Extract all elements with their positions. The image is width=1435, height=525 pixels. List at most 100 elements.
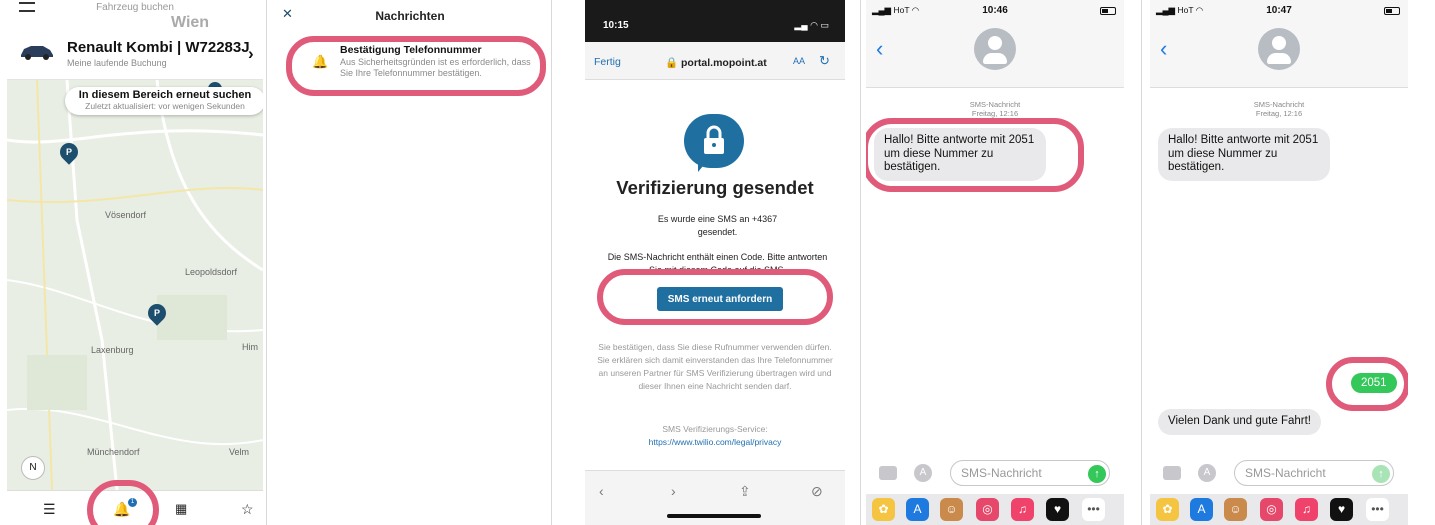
notification-body: Aus Sicherheitsgründen ist es erforderli… (340, 57, 531, 78)
back-icon[interactable]: ‹ (599, 483, 604, 499)
browser-toolbar: Fertig 🔒 portal.mopoint.at AA ↻ (585, 42, 845, 80)
notification-item[interactable]: 🔔 Bestätigung Telefonnummer Aus Sicherhe… (286, 36, 546, 96)
highlight-ring (1326, 357, 1408, 411)
message-date: Freitag, 12:16 (971, 109, 1019, 118)
search-area-title: In diesem Bereich erneut suchen (78, 89, 252, 101)
app-store-icon[interactable]: A (914, 464, 932, 482)
address-bar[interactable]: 🔒 portal.mopoint.at (665, 56, 767, 69)
compose-bar: A SMS-Nachricht ↑ (1150, 456, 1408, 494)
compass-icon[interactable]: ⊘ (811, 483, 823, 500)
music-icon[interactable]: ♫ (1011, 498, 1034, 521)
memoji-icon[interactable]: ☺ (1224, 498, 1247, 521)
town-label: Vösendorf (105, 210, 147, 220)
town-label: Him (242, 342, 258, 352)
search-area-updated: Zuletzt aktualisiert: vor wenigen Sekund… (85, 101, 245, 111)
message-type: SMS-Nachricht (969, 100, 1021, 109)
message-type: SMS-Nachricht (1253, 100, 1305, 109)
top-label: Fahrzeug buchen (96, 2, 174, 13)
app-drawer: ✿ A ☺ ◎ ♫ ♥ ••• (866, 494, 1124, 525)
messages-screen: ▂▄▆ HoT ◠ 10:46 ‹ SMS-Nachricht Freitag,… (866, 0, 1124, 525)
reload-icon[interactable]: ↻ (819, 53, 830, 69)
photos-icon[interactable]: ✿ (872, 498, 895, 521)
app-store-icon[interactable]: A (1198, 464, 1216, 482)
signal-wifi-battery-icon: ▂▄ ◠ ▭ (794, 20, 829, 30)
parking-pin[interactable]: P (56, 139, 82, 165)
sms-sent-line-2: gesendet. (697, 227, 738, 237)
page-title: Nachrichten (375, 9, 445, 23)
share-icon[interactable]: ⇪ (739, 483, 751, 500)
heart-app-icon[interactable]: ♥ (1046, 498, 1069, 521)
search-images-icon[interactable]: ◎ (1260, 498, 1283, 521)
message-input[interactable]: SMS-Nachricht (1234, 460, 1394, 486)
highlight-ring (866, 118, 1084, 192)
chevron-right-icon[interactable]: › (248, 44, 254, 64)
contact-avatar[interactable] (974, 28, 1016, 70)
done-button[interactable]: Fertig (594, 56, 621, 68)
search-area-button[interactable]: In diesem Bereich erneut suchen Zuletzt … (65, 87, 263, 115)
app-store-icon[interactable]: A (906, 498, 929, 521)
notification-title: Bestätigung Telefonnummer (340, 44, 482, 56)
contact-avatar[interactable] (1258, 28, 1300, 70)
message-meta: SMS-Nachricht Freitag, 12:16 (1150, 100, 1408, 118)
town-label: Münchendorf (87, 447, 140, 457)
status-time: 10:47 (1266, 5, 1292, 16)
parking-pin[interactable]: P (144, 300, 170, 326)
town-label: Leopoldsdorf (185, 267, 238, 277)
send-icon[interactable]: ↑ (1372, 465, 1390, 483)
message-input[interactable]: SMS-Nachricht (950, 460, 1110, 486)
car-icon (21, 46, 53, 60)
map[interactable]: P P Vösendorf Leopoldsdorf Laxenburg Mün… (7, 79, 263, 490)
bell-icon: 🔔 (312, 54, 329, 69)
divider (860, 0, 861, 525)
service-label: SMS Verifizierungs-Service: (662, 424, 768, 434)
messages-screen-reply: ▂▄▆ HoT ◠ 10:47 ‹ SMS-Nachricht Freitag,… (1150, 0, 1408, 525)
parking-pin-label: P (153, 308, 160, 318)
status-time: 10:46 (982, 5, 1008, 16)
more-icon[interactable]: ••• (1366, 498, 1389, 521)
list-icon[interactable]: ☰ (43, 501, 56, 518)
compass-button[interactable]: N (21, 456, 45, 480)
app-drawer: ✿ A ☺ ◎ ♫ ♥ ••• (1150, 494, 1408, 525)
compose-bar: A SMS-Nachricht ↑ (866, 456, 1124, 494)
send-icon[interactable]: ↑ (1088, 465, 1106, 483)
search-images-icon[interactable]: ◎ (976, 498, 999, 521)
music-icon[interactable]: ♫ (1295, 498, 1318, 521)
forward-icon[interactable]: › (671, 483, 676, 499)
memoji-icon[interactable]: ☺ (940, 498, 963, 521)
resend-sms-button[interactable]: SMS erneut anfordern (657, 287, 783, 311)
message-meta: SMS-Nachricht Freitag, 12:16 (866, 100, 1124, 118)
conversation-header: ▂▄▆ HoT ◠ 10:47 ‹ (1150, 0, 1408, 88)
back-icon[interactable]: ‹ (876, 36, 883, 62)
photos-icon[interactable]: ✿ (1156, 498, 1179, 521)
map-screen: Fahrzeug buchen Renault Kombi | W72283J … (7, 0, 263, 525)
vehicle-title[interactable]: Renault Kombi | W72283J (67, 39, 250, 56)
url-text: portal.mopoint.at (681, 57, 767, 69)
vehicle-subtitle: Meine laufende Buchung (67, 58, 167, 68)
lock-icon (684, 114, 744, 172)
booking-header: Fahrzeug buchen Renault Kombi | W72283J … (7, 0, 263, 80)
town-label: Laxenburg (91, 345, 134, 355)
status-time: 10:15 (603, 20, 629, 31)
more-icon[interactable]: ••• (1082, 498, 1105, 521)
message-date: Freitag, 12:16 (1255, 109, 1303, 118)
heart-app-icon[interactable]: ♥ (1330, 498, 1353, 521)
back-icon[interactable]: ‹ (1160, 36, 1167, 62)
star-icon[interactable]: ☆ (241, 501, 254, 518)
divider (266, 0, 267, 525)
verification-screen: 10:15 ▂▄ ◠ ▭ Fertig 🔒 portal.mopoint.at … (585, 0, 845, 525)
camera-icon[interactable] (879, 466, 897, 480)
incoming-message: Vielen Dank und gute Fahrt! (1158, 409, 1321, 435)
home-indicator (667, 514, 761, 518)
sms-code-text: Die SMS-Nachricht enthält einen Code. Bi… (607, 252, 828, 270)
conversation-header: ▂▄▆ HoT ◠ 10:46 ‹ (866, 0, 1124, 88)
highlight-ring: SMS erneut anfordern (597, 269, 833, 325)
text-size-button[interactable]: AA (793, 56, 805, 66)
map-roads (7, 80, 263, 490)
sms-sent-text: Es wurde eine SMS an +4367 gesendet. (605, 213, 830, 239)
privacy-link[interactable]: https://www.twilio.com/legal/privacy (585, 437, 845, 447)
battery-icon (1100, 7, 1116, 15)
qr-code-icon[interactable]: ▦ (175, 501, 187, 517)
camera-icon[interactable] (1163, 466, 1181, 480)
app-store-icon[interactable]: A (1190, 498, 1213, 521)
battery-icon (1384, 7, 1400, 15)
